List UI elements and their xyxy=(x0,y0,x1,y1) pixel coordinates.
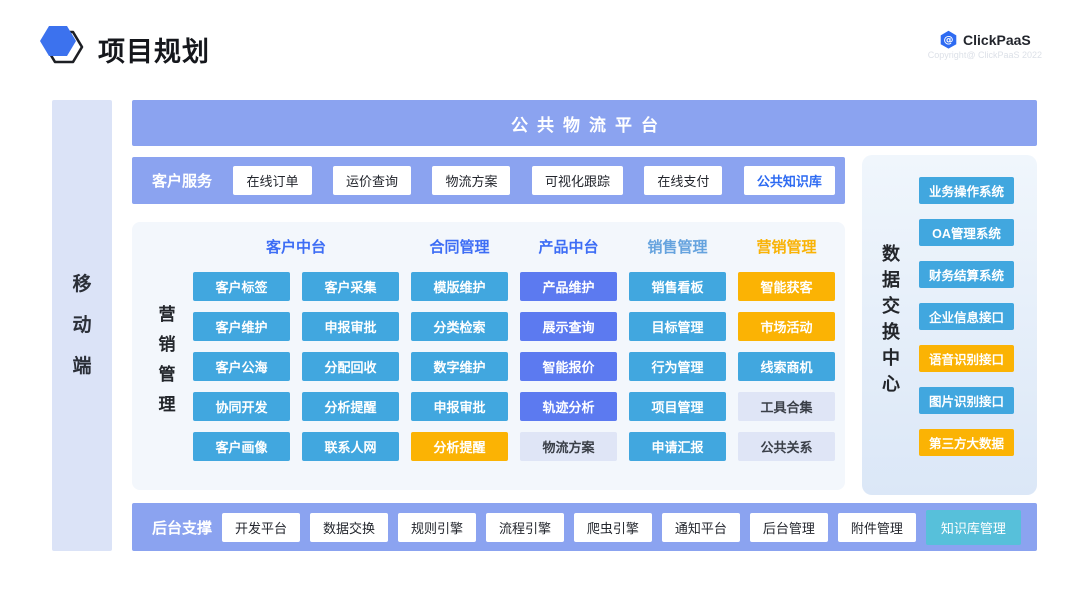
backend-support-chip: 知识库管理 xyxy=(926,510,1021,545)
platform-banner: 公共物流平台 xyxy=(132,100,1037,146)
matrix-node: 模版维护 xyxy=(411,272,508,301)
data-exchange-node: OA管理系统 xyxy=(919,219,1014,246)
data-exchange-node: 财务结算系统 xyxy=(919,261,1014,288)
matrix-node: 申报审批 xyxy=(302,312,399,341)
matrix-node: 分类检索 xyxy=(411,312,508,341)
matrix-node: 联系人网 xyxy=(302,432,399,461)
matrix-column-header: 营销管理 xyxy=(738,236,835,257)
copyright-text: Copyright@ ClickPaaS 2022 xyxy=(928,50,1042,60)
customer-service-chip: 可视化跟踪 xyxy=(532,166,623,195)
data-exchange-list: 业务操作系统 OA管理系统财务结算系统企业信息接口语音识别接口图片识别接口第三方大… xyxy=(919,177,1014,456)
matrix-column-header: 产品中台 xyxy=(520,236,617,257)
project-planning-diagram: 项目规划 @ ClickPaaS Copyright@ ClickPaaS 20… xyxy=(0,0,1080,608)
data-exchange-node: 第三方大数据 xyxy=(919,429,1014,456)
matrix-node: 分析提醒 xyxy=(302,392,399,421)
customer-service-chip: 运价查询 xyxy=(333,166,411,195)
matrix-node: 分配回收 xyxy=(302,352,399,381)
matrix-node: 客户维护 xyxy=(193,312,290,341)
data-exchange-node: 业务操作系统 xyxy=(919,177,1014,204)
matrix-node: 分析提醒 xyxy=(411,432,508,461)
data-exchange-panel: 数据交换中心 业务操作系统 OA管理系统财务结算系统企业信息接口语音识别接口图片识… xyxy=(862,155,1037,495)
clickpaas-logo-icon: @ xyxy=(939,30,958,49)
page-title: 项目规划 xyxy=(98,30,210,69)
matrix-column-header: 客户中台 xyxy=(193,236,399,257)
matrix-node: 市场活动 xyxy=(738,312,835,341)
matrix-node: 公共关系 xyxy=(738,432,835,461)
backend-support-chip: 爬虫引擎 xyxy=(574,513,652,542)
backend-support-chip: 数据交换 xyxy=(310,513,388,542)
backend-support-chip: 附件管理 xyxy=(838,513,916,542)
data-exchange-node: 图片识别接口 xyxy=(919,387,1014,414)
brand-block: @ ClickPaaS Copyright@ ClickPaaS 2022 xyxy=(928,30,1042,60)
matrix-node: 客户画像 xyxy=(193,432,290,461)
matrix-column-header: 销售管理 xyxy=(629,236,726,257)
matrix-node: 客户标签 xyxy=(193,272,290,301)
matrix-node: 展示查询 xyxy=(520,312,617,341)
backend-support-chip: 通知平台 xyxy=(662,513,740,542)
matrix-node: 智能报价 xyxy=(520,352,617,381)
hexagon-logo-icon xyxy=(36,20,88,72)
matrix-node: 工具合集 xyxy=(738,392,835,421)
backend-support-chip: 规则引擎 xyxy=(398,513,476,542)
brand-name: ClickPaaS xyxy=(963,32,1031,48)
matrix-column-header: 合同管理 xyxy=(411,236,508,257)
customer-service-chip: 在线订单 xyxy=(233,166,311,195)
backend-support-band: 后台支撑 开发平台数据交换规则引擎流程引擎爬虫引擎通知平台后台管理附件管理知识库… xyxy=(132,503,1037,551)
matrix-node: 销售看板 xyxy=(629,272,726,301)
backend-support-chip: 流程引擎 xyxy=(486,513,564,542)
matrix-node: 客户公海 xyxy=(193,352,290,381)
marketing-matrix-panel: 营销管理 客户中台合同管理产品中台销售管理营销管理 客户标签客户维护客户公海协同… xyxy=(132,222,845,490)
matrix-side-label: 营销管理 xyxy=(156,300,178,420)
matrix-node: 行为管理 xyxy=(629,352,726,381)
data-exchange-label: 数据交换中心 xyxy=(880,241,902,397)
matrix-node: 物流方案 xyxy=(520,432,617,461)
platform-banner-label: 公共物流平台 xyxy=(502,111,667,136)
matrix-cell-grid: 客户标签客户维护客户公海协同开发客户画像客户采集申报审批分配回收分析提醒联系人网… xyxy=(193,272,835,461)
svg-text:@: @ xyxy=(944,35,954,46)
matrix-node: 申报审批 xyxy=(411,392,508,421)
matrix-node: 客户采集 xyxy=(302,272,399,301)
backend-support-chip: 开发平台 xyxy=(222,513,300,542)
matrix-node: 协同开发 xyxy=(193,392,290,421)
matrix-node: 数字维护 xyxy=(411,352,508,381)
customer-service-label: 客户服务 xyxy=(152,170,212,191)
matrix-node: 线索商机 xyxy=(738,352,835,381)
customer-service-band: 客户服务 在线订单运价查询物流方案可视化跟踪在线支付公共知识库 xyxy=(132,157,845,204)
mobile-rail: 移动端 xyxy=(52,100,112,551)
matrix-node: 智能获客 xyxy=(738,272,835,301)
matrix-node: 项目管理 xyxy=(629,392,726,421)
matrix-header-row: 客户中台合同管理产品中台销售管理营销管理 xyxy=(193,236,835,257)
customer-service-chip: 在线支付 xyxy=(644,166,722,195)
customer-service-chip: 物流方案 xyxy=(432,166,510,195)
customer-service-chip: 公共知识库 xyxy=(744,166,835,195)
matrix-node: 产品维护 xyxy=(520,272,617,301)
matrix-node: 目标管理 xyxy=(629,312,726,341)
mobile-rail-label: 移动端 xyxy=(71,264,93,387)
backend-support-label: 后台支撑 xyxy=(152,517,212,538)
matrix-node: 轨迹分析 xyxy=(520,392,617,421)
backend-support-chip: 后台管理 xyxy=(750,513,828,542)
data-exchange-node: 企业信息接口 xyxy=(919,303,1014,330)
data-exchange-node: 语音识别接口 xyxy=(919,345,1014,372)
matrix-node: 申请汇报 xyxy=(629,432,726,461)
